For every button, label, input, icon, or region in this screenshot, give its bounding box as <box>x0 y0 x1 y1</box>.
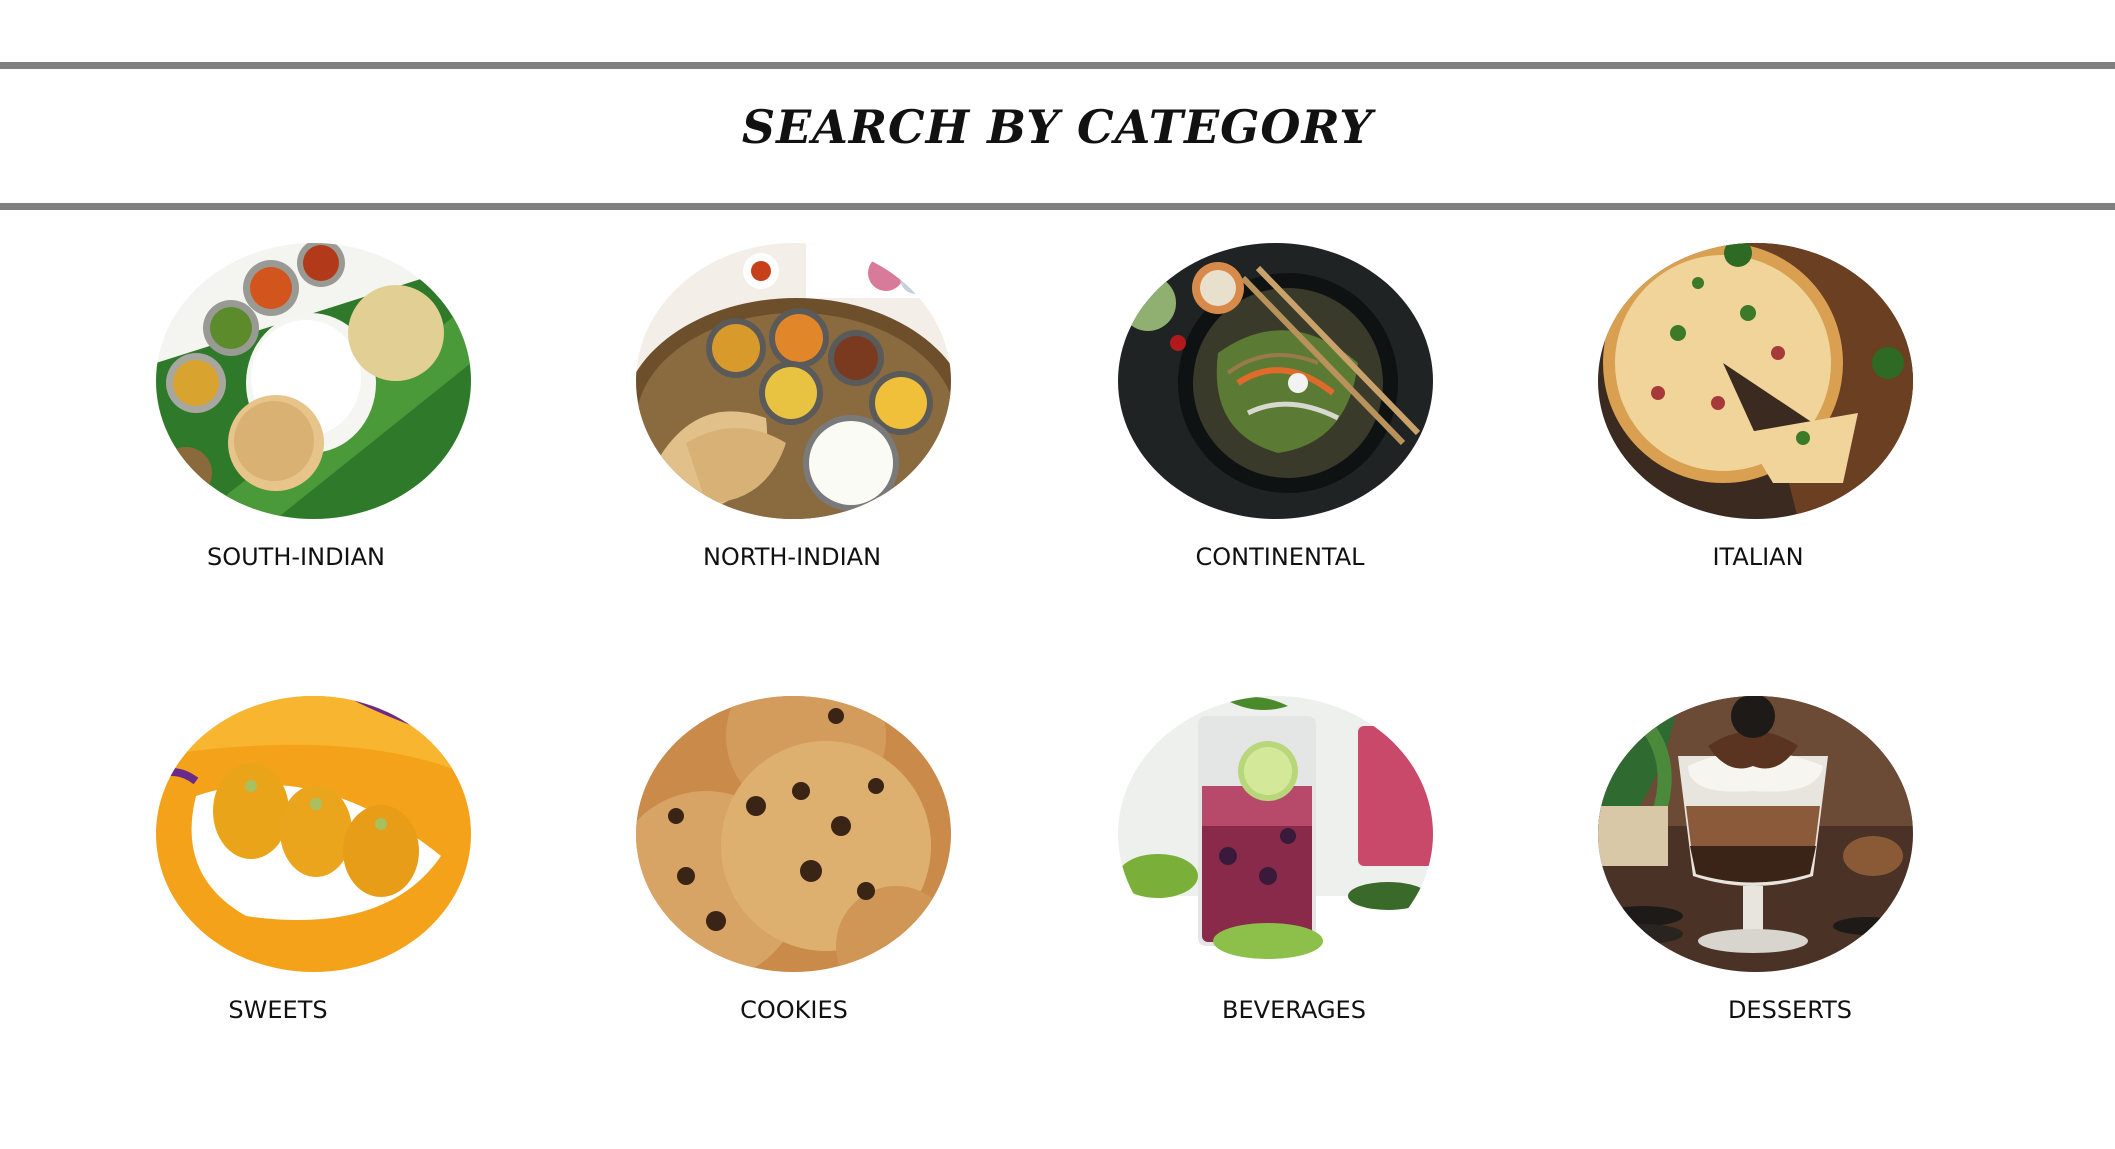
berry-drink-glass-image[interactable] <box>1118 696 1433 972</box>
laddu-sweets-image[interactable] <box>156 696 471 972</box>
header-rule-top <box>0 62 2115 69</box>
category-card-north-indian[interactable]: NORTH-INDIAN <box>590 243 1010 583</box>
north-indian-thali-image[interactable] <box>636 243 951 519</box>
pizza-image[interactable] <box>1598 243 1913 519</box>
chocolate-chip-cookies-image[interactable] <box>636 696 951 972</box>
category-label-continental[interactable]: CONTINENTAL <box>1070 543 1490 572</box>
south-indian-thali-image[interactable] <box>156 243 471 519</box>
header-rule-bottom <box>0 203 2115 210</box>
category-card-desserts[interactable]: DESSERTS <box>1540 696 1960 1036</box>
category-card-south-indian[interactable]: SOUTH-INDIAN <box>116 243 536 583</box>
category-card-sweets[interactable]: SWEETS <box>116 696 536 1036</box>
category-page: SEARCH BY CATEGORY SOUTH-INDIAN NORTH-IN… <box>0 0 2115 1149</box>
category-label-south-indian[interactable]: SOUTH-INDIAN <box>86 543 506 572</box>
category-label-north-indian[interactable]: NORTH-INDIAN <box>582 543 1002 572</box>
category-label-cookies[interactable]: COOKIES <box>584 996 1004 1025</box>
category-label-sweets[interactable]: SWEETS <box>68 996 488 1025</box>
page-title: SEARCH BY CATEGORY <box>741 100 1374 154</box>
category-label-beverages[interactable]: BEVERAGES <box>1084 996 1504 1025</box>
category-card-italian[interactable]: ITALIAN <box>1540 243 1960 583</box>
category-label-italian[interactable]: ITALIAN <box>1548 543 1968 572</box>
category-card-cookies[interactable]: COOKIES <box>590 696 1010 1036</box>
category-card-continental[interactable]: CONTINENTAL <box>1070 243 1490 583</box>
oreo-dessert-glass-image[interactable] <box>1598 696 1913 972</box>
noodles-bowl-image[interactable] <box>1118 243 1433 519</box>
category-card-beverages[interactable]: BEVERAGES <box>1070 696 1490 1036</box>
category-label-desserts[interactable]: DESSERTS <box>1580 996 2000 1025</box>
